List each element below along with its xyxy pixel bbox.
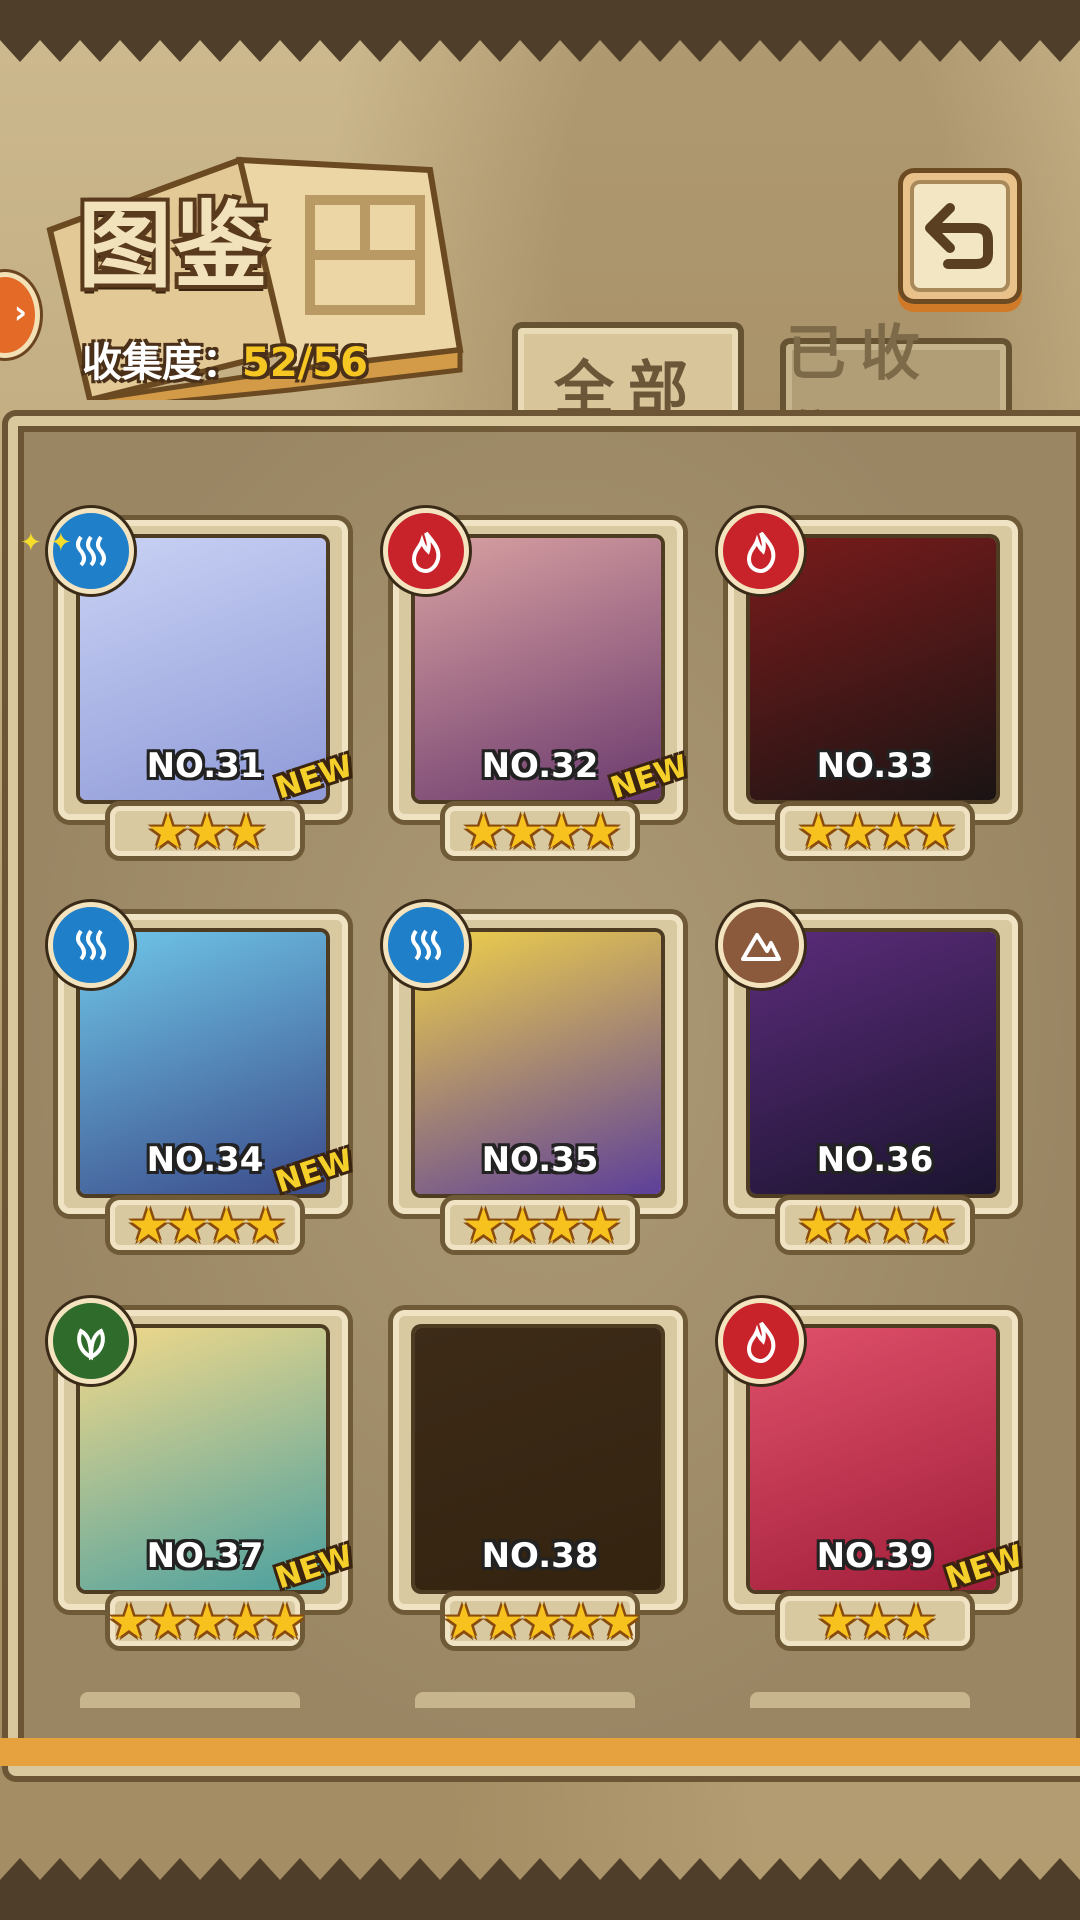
star-rating: ★★★★★ (442, 1594, 641, 1650)
return-arrow-icon (925, 203, 993, 269)
star-rating: ★★★ (816, 1594, 937, 1650)
character-card[interactable]: NO.32 ★★★★ NEW (383, 508, 695, 862)
character-card[interactable]: NO.33 ★★★★ (718, 508, 1030, 862)
next-row-card-peek (750, 1692, 970, 1708)
next-row-card-peek (415, 1692, 635, 1708)
earth-icon (718, 902, 804, 988)
back-button-face (910, 180, 1010, 292)
star-rating: ★★★★★ (107, 1594, 306, 1650)
card-number: NO.35 (481, 1140, 599, 1180)
character-card[interactable]: NO.31 ★★★ NEW ✦ ✦ (20, 508, 360, 862)
card-number: NO.38 (481, 1536, 599, 1576)
collection-value: 52/56 (242, 340, 368, 386)
fire-icon (718, 1298, 804, 1384)
sparkle-icon: ✦ ✦ (20, 528, 72, 558)
wood-icon (48, 1298, 134, 1384)
fire-icon (718, 508, 804, 594)
star-rating: ★★★★ (461, 804, 622, 860)
character-card[interactable]: NO.39 ★★★ NEW (718, 1298, 1030, 1652)
arrow-right-icon: › (13, 293, 27, 331)
bottom-zigzag-border (0, 1858, 1080, 1920)
character-card[interactable]: NO.34 ★★★★ NEW (48, 902, 360, 1256)
character-card[interactable]: NO.37 ★★★★★ NEW (48, 1298, 360, 1652)
character-card[interactable]: NO.38 ★★★★★ (385, 1302, 695, 1652)
star-rating: ★★★★ (126, 1198, 287, 1254)
fire-icon (383, 508, 469, 594)
card-number: NO.33 (816, 746, 934, 786)
character-card[interactable]: NO.36 ★★★★ (718, 902, 1030, 1256)
top-zigzag-border (0, 0, 1080, 62)
water-icon (48, 902, 134, 988)
back-button[interactable] (898, 168, 1022, 304)
star-rating: ★★★★ (796, 1198, 957, 1254)
water-icon (383, 902, 469, 988)
star-rating: ★★★★ (461, 1198, 622, 1254)
next-row-card-peek (80, 1692, 300, 1708)
star-rating: ★★★★ (796, 804, 957, 860)
collection-label: 收集度： (82, 340, 242, 386)
card-number: NO.36 (816, 1140, 934, 1180)
character-card[interactable]: NO.35 ★★★★ (383, 902, 695, 1256)
star-rating: ★★★ (146, 804, 267, 860)
collection-progress: 收集度：52/56 (82, 330, 368, 388)
page-title: 图鉴 (78, 192, 271, 301)
panel-bottom-trim (0, 1738, 1080, 1766)
